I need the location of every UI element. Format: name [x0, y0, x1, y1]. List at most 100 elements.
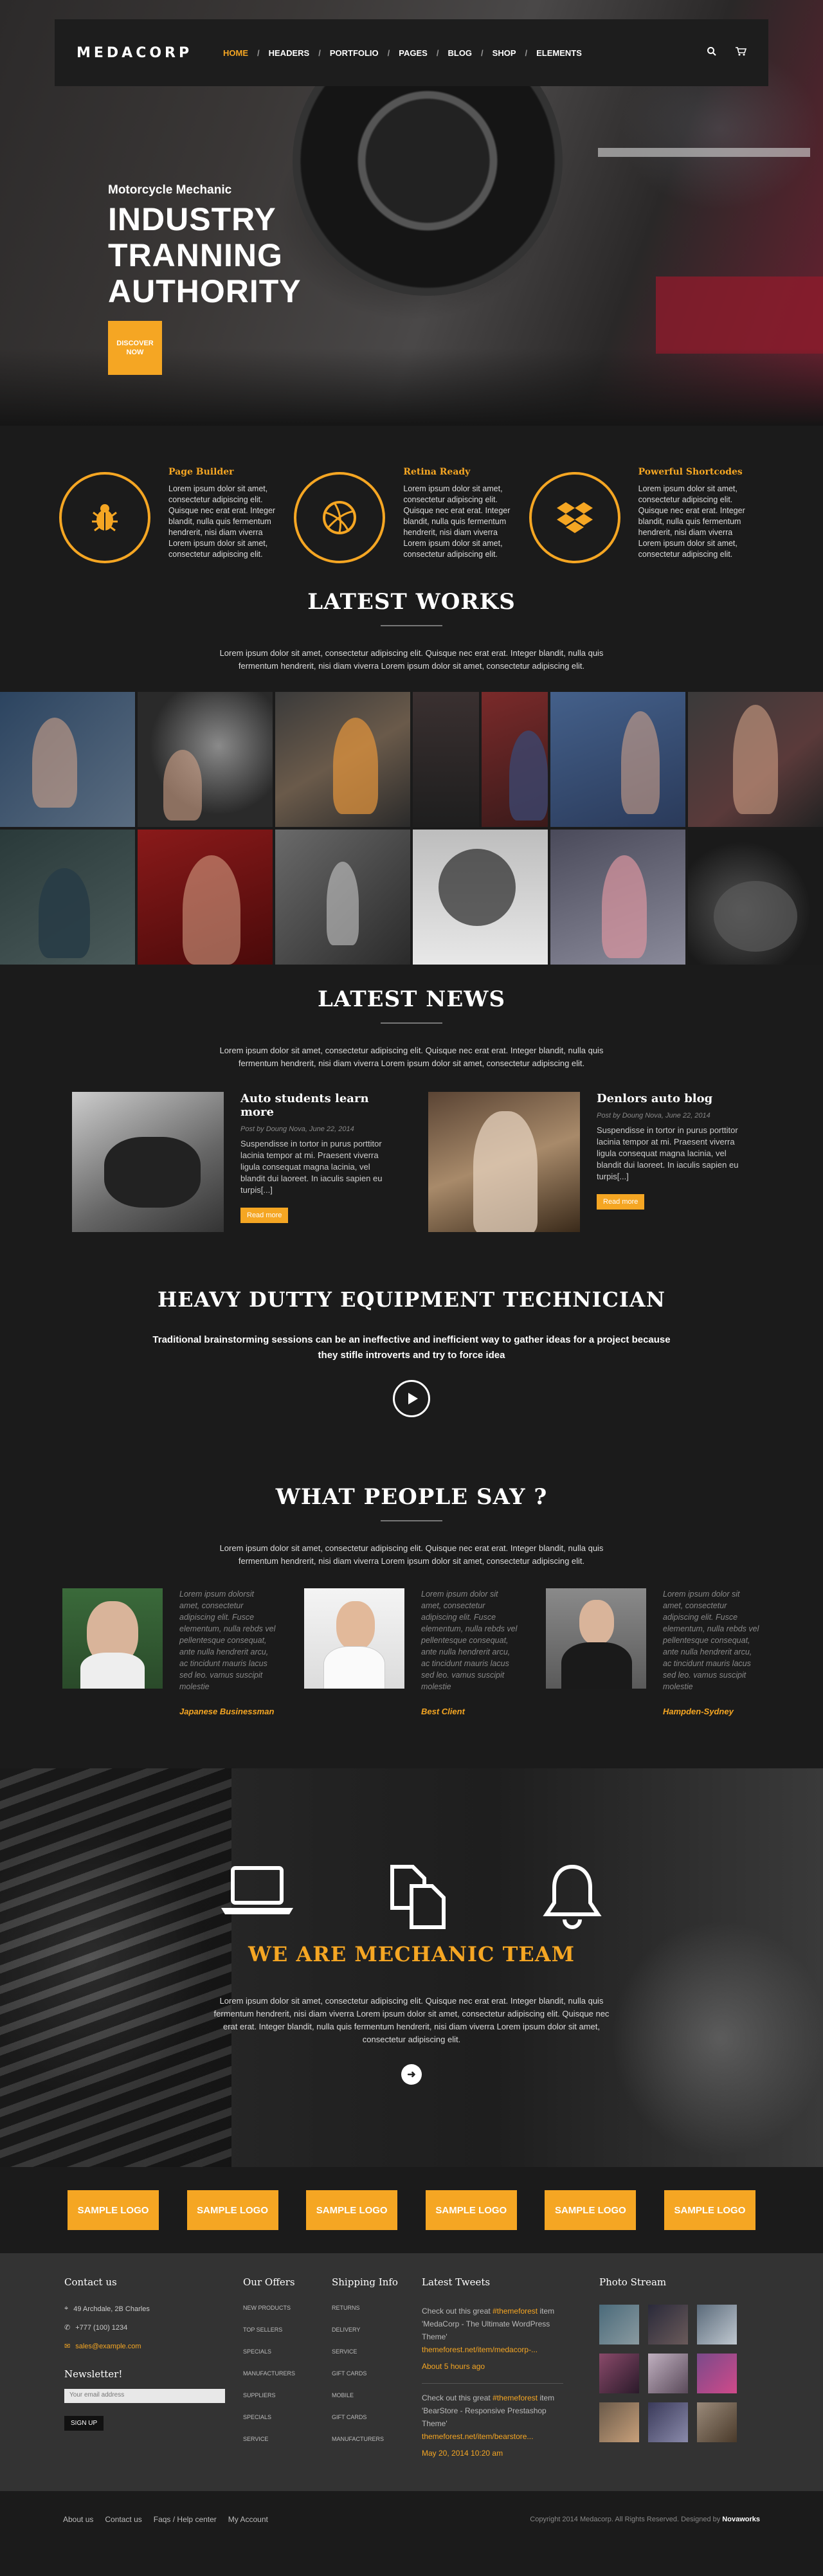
cta-title: HEAVY DUTTY EQUIPMENT TECHNICIAN — [158, 1287, 665, 1312]
newsletter-email-input[interactable]: Your email address — [64, 2389, 225, 2403]
designer-link[interactable]: Novaworks — [722, 2516, 760, 2523]
nav-separator: / — [318, 48, 321, 58]
gallery-item[interactable] — [550, 830, 685, 965]
hero-title-line: INDUSTRY — [108, 201, 276, 237]
nav-item-elements[interactable]: ELEMENTS — [531, 48, 587, 58]
news-image[interactable] — [428, 1092, 580, 1232]
laptop-icon — [221, 1866, 293, 1914]
basketball-icon — [323, 501, 357, 534]
footer-link[interactable]: SPECIALS — [243, 2414, 332, 2420]
tweet-hashtag[interactable]: #themeforest — [493, 2393, 538, 2402]
testimonial-avatar — [304, 1588, 404, 1689]
feature-body: Page Builder Lorem ipsum dolor sit amet,… — [150, 467, 279, 580]
nav-item-headers[interactable]: HEADERS — [264, 48, 315, 58]
feature-text: Lorem ipsum dolor sit amet, consectetur … — [638, 484, 745, 559]
footer-link[interactable]: MOBILE — [332, 2392, 422, 2399]
news-title[interactable]: Denlors auto blog — [597, 1092, 746, 1105]
site-logo[interactable]: MEDACORP — [77, 45, 218, 61]
footer-link[interactable]: SUPPLIERS — [243, 2392, 332, 2399]
section-lead: Lorem ipsum dolor sit amet, consectetur … — [219, 1046, 604, 1068]
footer-link[interactable]: SPECIALS — [243, 2348, 332, 2355]
play-video-button[interactable] — [393, 1380, 430, 1417]
cart-icon[interactable] — [735, 46, 747, 60]
news-list: Auto students learn more Post by Doung N… — [0, 1070, 823, 1232]
nav-separator: / — [387, 48, 390, 58]
photo-thumbnail[interactable] — [599, 2354, 639, 2393]
gallery-item[interactable] — [138, 692, 273, 827]
nav-item-home[interactable]: HOME — [218, 48, 253, 58]
photo-thumbnail[interactable] — [648, 2305, 688, 2345]
bottom-bar: About us Contact us Faqs / Help center M… — [0, 2491, 823, 2548]
partner-logo[interactable]: SAMPLE LOGO — [545, 2190, 637, 2230]
bottom-link[interactable]: My Account — [228, 2515, 268, 2524]
feature-text: Lorem ipsum dolor sit amet, consectetur … — [403, 484, 511, 559]
gallery-item[interactable] — [413, 692, 548, 827]
footer-link[interactable]: NEW PRODUCTS — [243, 2305, 332, 2311]
top-navbar: MEDACORP HOME / HEADERS / PORTFOLIO / PA… — [55, 19, 768, 86]
bottom-links: About us Contact us Faqs / Help center M… — [63, 2515, 268, 2524]
footer-link[interactable]: RETURNS — [332, 2305, 422, 2311]
testimonial-avatar — [62, 1588, 163, 1689]
nav-item-shop[interactable]: SHOP — [487, 48, 521, 58]
gallery-item[interactable] — [0, 830, 135, 965]
news-title[interactable]: Auto students learn more — [240, 1092, 390, 1119]
tweet-link[interactable]: themeforest.net/item/bearstore... — [422, 2430, 563, 2443]
gallery-item[interactable] — [138, 830, 273, 965]
footer-link[interactable]: MANUFACTURERS — [243, 2370, 332, 2377]
gallery-item[interactable] — [275, 830, 410, 965]
photo-thumbnail[interactable] — [599, 2305, 639, 2345]
cta-section: HEAVY DUTTY EQUIPMENT TECHNICIAN Traditi… — [0, 1232, 823, 1417]
nav-item-pages[interactable]: PAGES — [393, 48, 433, 58]
news-body: Denlors auto blog Post by Doung Nova, Ju… — [580, 1092, 746, 1232]
footer-link[interactable]: TOP SELLERS — [243, 2327, 332, 2333]
photo-thumbnail[interactable] — [648, 2402, 688, 2442]
gallery-item[interactable] — [688, 830, 823, 965]
feature-title: Powerful Shortcodes — [638, 467, 743, 477]
photo-thumbnail[interactable] — [599, 2402, 639, 2442]
tweet-link[interactable]: themeforest.net/item/medacorp-... — [422, 2343, 563, 2356]
photo-thumbnail[interactable] — [697, 2354, 737, 2393]
footer-offers: Our Offers NEW PRODUCTS TOP SELLERS SPEC… — [243, 2276, 332, 2491]
partner-logo[interactable]: SAMPLE LOGO — [425, 2190, 517, 2230]
footer-email[interactable]: ✉ sales@example.com — [64, 2342, 243, 2351]
bottom-link[interactable]: About us — [63, 2515, 93, 2524]
partner-logo[interactable]: SAMPLE LOGO — [186, 2190, 278, 2230]
arrow-right-icon[interactable]: ➜ — [401, 2064, 422, 2085]
testimonials-section: WHAT PEOPLE SAY ? Lorem ipsum dolor sit … — [0, 1417, 823, 1718]
read-more-button[interactable]: Read more — [240, 1208, 289, 1223]
testimonial-item: Lorem ipsum dolor sit amet, consectetur … — [304, 1588, 519, 1718]
footer-link[interactable]: GIFT CARDS — [332, 2370, 422, 2377]
testimonial-author: Best Client — [421, 1707, 465, 1716]
footer-link[interactable]: DELIVERY — [332, 2327, 422, 2333]
gallery-item[interactable] — [688, 692, 823, 827]
bottom-link[interactable]: Faqs / Help center — [154, 2515, 217, 2524]
newsletter-signup-button[interactable]: SIGN UP — [64, 2416, 104, 2431]
photo-thumbnail[interactable] — [648, 2354, 688, 2393]
nav-item-portfolio[interactable]: PORTFOLIO — [325, 48, 384, 58]
discover-now-button[interactable]: DISCOVER NOW — [108, 321, 162, 375]
testimonial-item: Lorem ipsum dolorsit amet, consectetur a… — [62, 1588, 277, 1718]
gallery-item[interactable] — [550, 692, 685, 827]
footer-link[interactable]: SERVICE — [243, 2436, 332, 2442]
footer-link[interactable]: GIFT CARDS — [332, 2414, 422, 2420]
gallery-item[interactable] — [275, 692, 410, 827]
news-image[interactable] — [72, 1092, 224, 1232]
gallery-item[interactable] — [0, 692, 135, 827]
partner-logo[interactable]: SAMPLE LOGO — [306, 2190, 398, 2230]
testimonial-quote: Lorem ipsum dolor sit amet, consectetur … — [421, 1590, 518, 1691]
tweet-hashtag[interactable]: #themeforest — [493, 2307, 538, 2316]
bottom-link[interactable]: Contact us — [105, 2515, 141, 2524]
partner-logo[interactable]: SAMPLE LOGO — [68, 2190, 159, 2230]
gallery-item[interactable] — [413, 830, 548, 965]
read-more-button[interactable]: Read more — [597, 1194, 645, 1210]
section-divider — [381, 1022, 442, 1024]
footer-link[interactable]: SERVICE — [332, 2348, 422, 2355]
photo-thumbnail[interactable] — [697, 2305, 737, 2345]
section-title: LATEST WORKS — [307, 589, 516, 615]
photo-thumbnail[interactable] — [697, 2402, 737, 2442]
nav-item-blog[interactable]: BLOG — [442, 48, 477, 58]
footer-link[interactable]: MANUFACTURERS — [332, 2436, 422, 2442]
testimonial-list: Lorem ipsum dolorsit amet, consectetur a… — [0, 1568, 823, 1718]
partner-logo[interactable]: SAMPLE LOGO — [664, 2190, 755, 2230]
search-icon[interactable] — [707, 46, 717, 60]
